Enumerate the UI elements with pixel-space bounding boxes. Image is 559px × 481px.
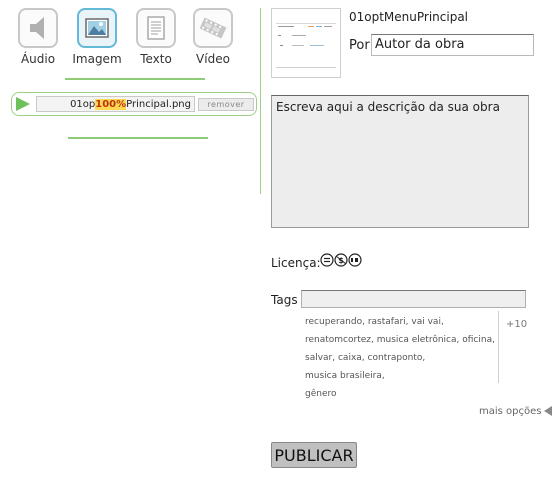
- tag-suggestion[interactable]: rastafari: [368, 317, 406, 327]
- tag-suggestion[interactable]: musica eletrônica: [377, 335, 457, 345]
- tag-suggestion[interactable]: oficina: [462, 335, 492, 345]
- tag-suggestions: recuperando, rastafari, vai vai, renatom…: [305, 317, 495, 399]
- upload-file-row: 01op100%Principal.png remover: [11, 92, 257, 116]
- image-icon: [85, 18, 109, 38]
- description-textarea[interactable]: Escreva aqui a descrição da sua obra: [271, 95, 529, 228]
- document-icon: [147, 16, 165, 40]
- progress-percent: 100%: [95, 99, 127, 110]
- file-name-progress: 01op100%Principal.png: [36, 96, 195, 112]
- tag-suggestion[interactable]: salvar: [305, 353, 332, 363]
- triangle-left-icon[interactable]: [544, 406, 552, 416]
- tag-suggestion[interactable]: renatomcortez: [305, 335, 371, 345]
- text-type-button[interactable]: [136, 8, 176, 48]
- video-type-label: Vídeo: [196, 52, 230, 66]
- tag-suggestion[interactable]: contraponto: [368, 353, 423, 363]
- column-divider: [260, 8, 261, 194]
- more-options-link[interactable]: mais opções: [479, 406, 541, 417]
- work-thumbnail: [271, 8, 341, 78]
- film-icon: [199, 17, 227, 39]
- speaker-icon: [30, 17, 44, 39]
- author-input[interactable]: Autor da obra: [371, 34, 534, 56]
- video-type-button[interactable]: [193, 8, 233, 48]
- divider-bottom: [68, 137, 208, 139]
- work-title: 01optMenuPrincipal: [349, 10, 469, 24]
- audio-type-label: Áudio: [20, 52, 56, 66]
- tag-suggestion[interactable]: vai vai: [411, 317, 441, 327]
- publish-button[interactable]: PUBLICAR: [271, 442, 357, 468]
- text-type-label: Texto: [140, 52, 172, 66]
- more-tags-link[interactable]: +10: [506, 319, 527, 330]
- tags-label: Tags: [271, 293, 298, 307]
- tag-suggestion[interactable]: musica brasileira: [305, 371, 382, 381]
- tag-suggestion[interactable]: gênero: [305, 389, 337, 399]
- remove-button[interactable]: remover: [198, 98, 254, 111]
- image-type-label: Imagem: [72, 52, 122, 66]
- suggestions-divider: [498, 311, 499, 383]
- tag-suggestion[interactable]: recuperando: [305, 317, 362, 327]
- tag-suggestion[interactable]: caixa: [338, 353, 362, 363]
- license-label: Licença:: [271, 256, 321, 270]
- image-type-button[interactable]: [77, 8, 117, 48]
- author-label: Por: [349, 38, 370, 53]
- play-icon[interactable]: [16, 97, 30, 111]
- cc-by-sa-icon[interactable]: $: [320, 253, 364, 269]
- audio-type-button[interactable]: [18, 8, 58, 48]
- divider-top: [65, 78, 205, 80]
- tags-input[interactable]: [301, 290, 526, 308]
